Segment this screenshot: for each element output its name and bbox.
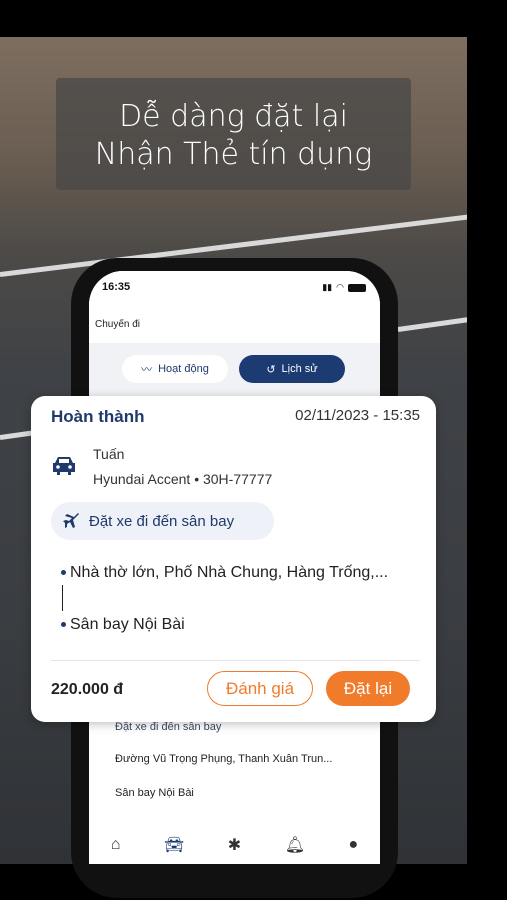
separator-dot: • bbox=[194, 471, 203, 487]
tab-active-label: Hoạt động bbox=[158, 363, 209, 375]
trip-type-tag: Đặt xe đi đến sân bay bbox=[51, 502, 274, 540]
road-marking bbox=[397, 317, 467, 332]
history-icon: ↺ bbox=[266, 363, 276, 376]
tab-history-label: Lịch sử bbox=[281, 363, 318, 375]
dropoff-text: Sân bay Nội Bài bbox=[70, 616, 185, 633]
status-icons: ▮▮ ◠ bbox=[322, 282, 366, 293]
headline-banner: Dễ dàng đặt lại Nhận Thẻ tín dụng bbox=[56, 78, 411, 190]
divider bbox=[51, 660, 420, 661]
tab-active[interactable]: 〰 Hoạt động bbox=[122, 355, 228, 383]
pickup-location: Nhà thờ lớn, Phố Nhà Chung, Hàng Trống,.… bbox=[61, 564, 388, 582]
bottom-tab-bar: ⌂ 🚘︎ ✱ 🔔︎ ● bbox=[89, 826, 380, 864]
pickup-text: Nhà thờ lớn, Phố Nhà Chung, Hàng Trống,.… bbox=[70, 564, 389, 581]
status-bar: 16:35 ▮▮ ◠ bbox=[89, 271, 380, 311]
wifi-icon: ◠ bbox=[336, 282, 344, 292]
status-time: 16:35 bbox=[102, 281, 131, 293]
vehicle-info: Hyundai Accent • 30H-77777 bbox=[93, 471, 272, 487]
rebook-button[interactable]: Đặt lại bbox=[326, 671, 410, 706]
status-badge: Hoàn thành bbox=[51, 407, 145, 426]
trip-datetime: 02/11/2023 - 15:35 bbox=[295, 407, 420, 424]
trip-price: 220.000 đ bbox=[51, 681, 124, 698]
activity-icon: 〰 bbox=[141, 364, 153, 376]
tab-history[interactable]: ↺ Lịch sử bbox=[239, 355, 345, 383]
route-line bbox=[62, 585, 63, 611]
user-icon[interactable]: ● bbox=[349, 836, 359, 854]
trip-card[interactable]: Hoàn thành 02/11/2023 - 15:35 Tuấn Hyund… bbox=[31, 396, 436, 722]
home-icon[interactable]: ⌂ bbox=[111, 836, 121, 854]
promo-icon[interactable]: ✱ bbox=[228, 835, 241, 855]
app-bar: Chuyến đi bbox=[89, 311, 380, 343]
pickup-dot-icon bbox=[61, 570, 66, 576]
car-icon bbox=[53, 457, 75, 475]
background-dropoff: Sân bay Nội Bài bbox=[115, 787, 194, 799]
bell-icon[interactable]: 🔔︎ bbox=[285, 835, 305, 855]
background-trip-tag: Đặt xe đi đến sân bay bbox=[115, 721, 222, 733]
driver-name: Tuấn bbox=[93, 446, 125, 462]
signal-icon: ▮▮ bbox=[322, 282, 333, 292]
dropoff-dot-icon bbox=[61, 622, 66, 628]
license-plate: 30H-77777 bbox=[202, 471, 273, 487]
dropoff-location: Sân bay Nội Bài bbox=[61, 616, 185, 634]
rate-button[interactable]: Đánh giá bbox=[207, 671, 313, 706]
headline-line-1: Dễ dàng đặt lại bbox=[119, 99, 348, 134]
background-pickup: Đường Vũ Trọng Phụng, Thanh Xuân Trun... bbox=[115, 753, 333, 765]
page-title: Chuyến đi bbox=[95, 319, 141, 330]
vehicle-model: Hyundai Accent bbox=[93, 471, 191, 487]
car-icon[interactable]: 🚘︎ bbox=[164, 835, 184, 855]
plane-icon bbox=[63, 513, 79, 528]
trip-type-label: Đặt xe đi đến sân bay bbox=[89, 512, 235, 530]
headline-line-2: Nhận Thẻ tín dụng bbox=[94, 137, 373, 172]
battery-icon bbox=[348, 283, 366, 292]
